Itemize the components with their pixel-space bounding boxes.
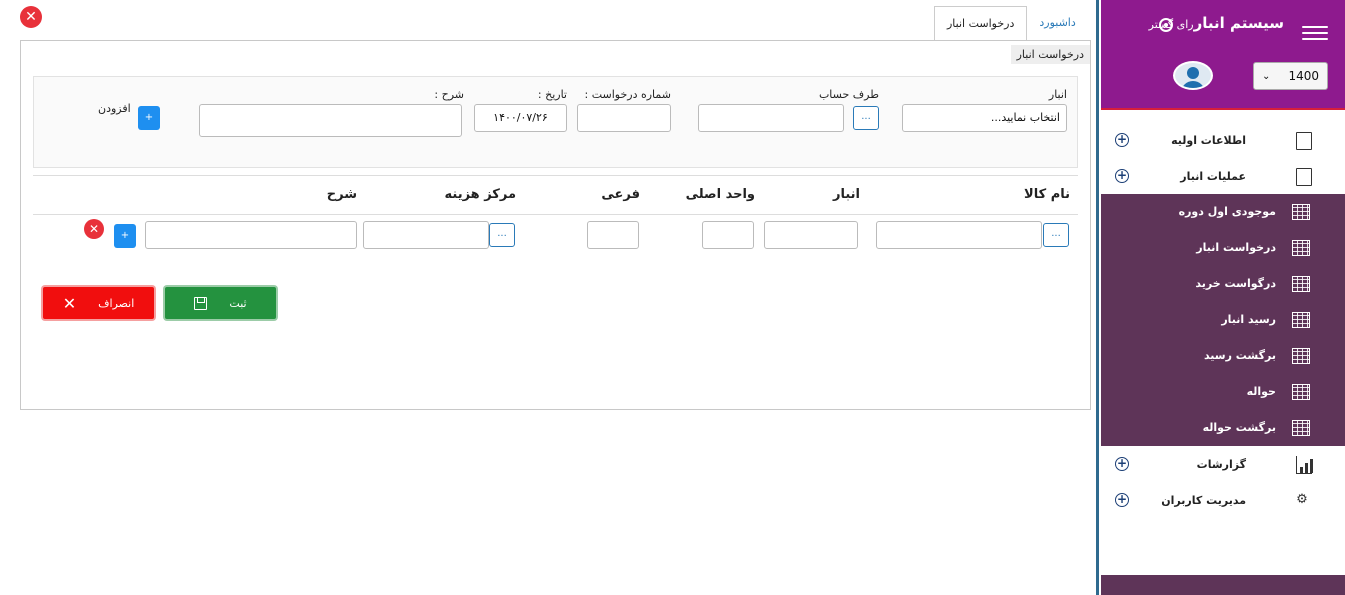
item-lookup-button[interactable]: ... xyxy=(1043,223,1069,247)
sidebar-item-label: گزارشات xyxy=(1196,458,1246,471)
save-label: ثبت xyxy=(229,296,247,310)
tab-dashboard[interactable]: داشبورد xyxy=(1027,6,1087,41)
main-unit-input[interactable] xyxy=(702,221,754,249)
spreadsheet-icon xyxy=(1292,204,1310,220)
close-icon[interactable]: ✕ xyxy=(20,6,42,28)
account-lookup-button[interactable]: ... xyxy=(853,106,879,130)
app-root: ✕ داشبورد درخواست انبار درخواست انبار ان… xyxy=(0,0,1345,595)
close-icon: ✕ xyxy=(62,293,77,313)
year-value: 1400 xyxy=(1288,69,1319,83)
col-header-cost-center: مرکز هزینه xyxy=(444,187,516,202)
year-select[interactable]: ⌄ 1400 xyxy=(1253,62,1328,90)
cancel-label: انصراف xyxy=(98,296,135,310)
submenu-item-warehouse-receipt[interactable]: رسید انبار xyxy=(1101,302,1345,338)
sidebar-item-label: عملیات انبار xyxy=(1180,170,1246,183)
col-header-item-name: نام کالا xyxy=(1024,187,1070,202)
tab-bar: داشبورد درخواست انبار xyxy=(934,6,1088,41)
main-panel: درخواست انبار انبار انتخاب نمایید... طرف… xyxy=(20,40,1091,410)
expand-plus-icon[interactable]: + xyxy=(1115,457,1129,471)
col-header-sub-unit: فرعی xyxy=(601,187,640,202)
col-header-description: شرح xyxy=(326,187,357,202)
col-header-main-unit: واحد اصلی xyxy=(685,187,755,202)
add-row-button[interactable]: + xyxy=(114,224,136,248)
col-header-warehouse: انبار xyxy=(832,187,860,202)
tab-warehouse-request[interactable]: درخواست انبار xyxy=(934,6,1028,41)
date-label: تاریخ : xyxy=(537,88,567,101)
account-label: طرف حساب xyxy=(818,88,879,101)
users-icon: ⚙ xyxy=(1296,492,1308,507)
request-form: انبار انتخاب نمایید... طرف حساب ... شمار… xyxy=(33,76,1078,168)
submenu-item-label: برگشت حواله xyxy=(1202,421,1276,434)
expand-plus-icon[interactable]: + xyxy=(1115,169,1129,183)
submenu-item-warehouse-request[interactable]: درخواست انبار xyxy=(1101,230,1345,266)
spreadsheet-icon xyxy=(1292,420,1310,436)
user-avatar-icon[interactable] xyxy=(1173,61,1213,90)
description-label: شرح : xyxy=(434,88,464,101)
divider-top xyxy=(33,175,1078,176)
sidebar-menu: اطلاعات اولیه + عملیات انبار + موجودی او… xyxy=(1101,122,1345,518)
documents-icon xyxy=(1293,130,1312,150)
sub-unit-input[interactable] xyxy=(587,221,639,249)
sidebar-item-warehouse-operations[interactable]: عملیات انبار + xyxy=(1101,158,1345,194)
spreadsheet-icon xyxy=(1292,348,1310,364)
sidebar-item-label: اطلاعات اولیه xyxy=(1171,134,1246,147)
expand-plus-icon[interactable]: + xyxy=(1115,493,1129,507)
sidebar: سیستم انباررای گستر ⌄ 1400 اطلاعات اولیه… xyxy=(1096,0,1345,595)
submenu-item-label: درگواست خرید xyxy=(1195,277,1276,290)
app-title-main: سیستم انبار xyxy=(1193,14,1284,32)
add-label: افزودن xyxy=(98,102,131,115)
row-warehouse-input[interactable] xyxy=(764,221,858,249)
submenu-item-receipt-return[interactable]: برگشت رسید xyxy=(1101,338,1345,374)
cost-center-input[interactable] xyxy=(363,221,489,249)
request-number-label: شماره درخواست : xyxy=(584,88,671,101)
description-input[interactable] xyxy=(199,104,462,137)
cancel-button[interactable]: انصراف ✕ xyxy=(42,286,155,320)
warehouse-label: انبار xyxy=(1048,88,1067,101)
remove-row-icon[interactable]: ✕ xyxy=(84,219,104,239)
spreadsheet-icon xyxy=(1292,312,1310,328)
chevron-down-icon: ⌄ xyxy=(1262,70,1271,82)
sidebar-footer xyxy=(1101,575,1345,595)
sidebar-item-label: مدیریت کاربران xyxy=(1161,494,1246,507)
divider-header xyxy=(33,214,1078,215)
sidebar-item-basic-info[interactable]: اطلاعات اولیه + xyxy=(1101,122,1345,158)
submenu-item-purchase-request[interactable]: درگواست خرید xyxy=(1101,266,1345,302)
sidebar-item-user-management[interactable]: ⚙ مدیریت کاربران + xyxy=(1101,482,1345,518)
sidebar-item-reports[interactable]: گزارشات + xyxy=(1101,446,1345,482)
documents-icon xyxy=(1293,166,1312,186)
logo-icon xyxy=(1159,18,1173,32)
panel-title: درخواست انبار xyxy=(1010,45,1090,64)
expand-plus-icon[interactable]: + xyxy=(1115,133,1129,147)
submenu-item-remittance[interactable]: حواله xyxy=(1101,374,1345,410)
warehouse-select[interactable]: انتخاب نمایید... xyxy=(902,104,1067,132)
sidebar-header: سیستم انباررای گستر ⌄ 1400 xyxy=(1101,0,1345,110)
date-input[interactable]: ۱۴۰۰/۰۷/۲۶ xyxy=(474,104,567,132)
account-input[interactable] xyxy=(698,104,844,132)
cost-center-lookup-button[interactable]: ... xyxy=(489,223,515,247)
add-button[interactable]: + xyxy=(138,106,160,130)
submenu-item-label: درخواست انبار xyxy=(1196,241,1276,254)
spreadsheet-icon xyxy=(1292,240,1310,256)
save-button[interactable]: ثبت xyxy=(164,286,277,320)
hamburger-menu-icon[interactable] xyxy=(1302,26,1328,40)
submenu-item-label: رسید انبار xyxy=(1221,313,1276,326)
spreadsheet-icon xyxy=(1292,276,1310,292)
submenu-item-label: برگشت رسید xyxy=(1203,349,1276,362)
row-description-input[interactable] xyxy=(145,221,357,249)
request-number-input[interactable] xyxy=(577,104,671,132)
submenu-item-remittance-return[interactable]: برگشت حواله xyxy=(1101,410,1345,446)
bar-chart-icon xyxy=(1296,456,1313,474)
item-name-input[interactable] xyxy=(876,221,1042,249)
submenu-item-label: حواله xyxy=(1246,385,1276,398)
submenu-item-label: موجودی اول دوره xyxy=(1178,205,1276,218)
submenu-item-opening-stock[interactable]: موجودی اول دوره xyxy=(1101,194,1345,230)
floppy-disk-icon xyxy=(194,296,208,310)
spreadsheet-icon xyxy=(1292,384,1310,400)
warehouse-operations-submenu: موجودی اول دوره درخواست انبار درگواست خر… xyxy=(1101,194,1345,446)
